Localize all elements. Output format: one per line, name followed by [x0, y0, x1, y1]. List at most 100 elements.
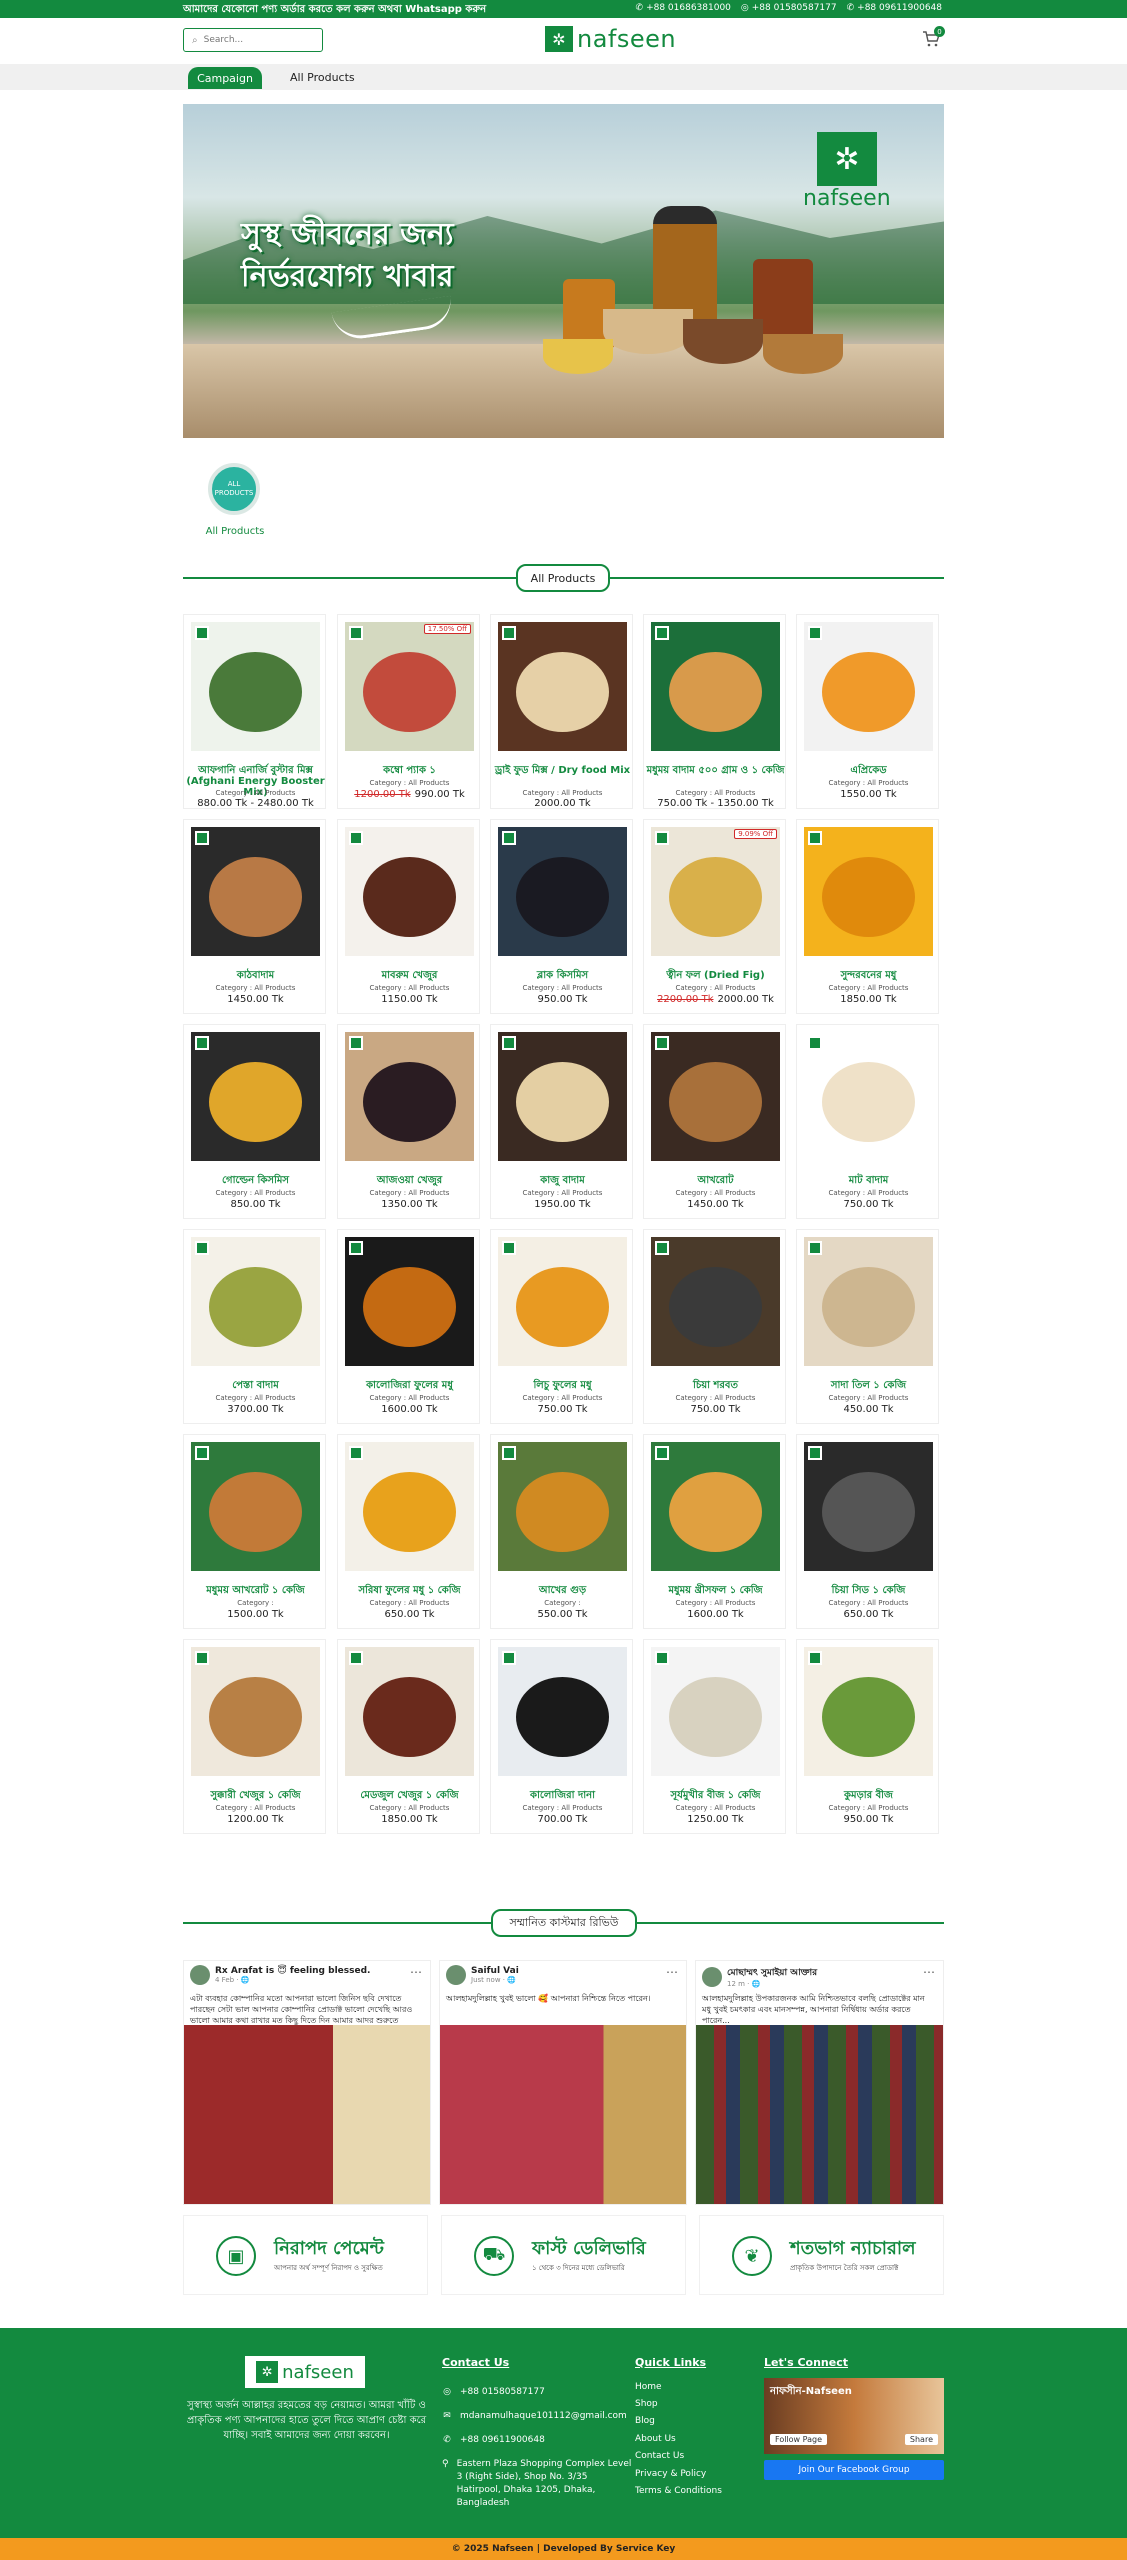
- product-title[interactable]: এপ্রিকেড: [799, 765, 938, 776]
- product-title[interactable]: আখের গুড়: [493, 1585, 632, 1596]
- product-image[interactable]: [804, 1647, 933, 1776]
- product-title[interactable]: ত্বীন ফল (Dried Fig): [646, 970, 785, 981]
- search-box[interactable]: ⌕: [183, 28, 323, 52]
- product-card[interactable]: সরিষা ফুলের মধু ১ কেজি Category : All Pro…: [337, 1434, 480, 1629]
- product-title[interactable]: লিচু ফুলের মধু: [493, 1380, 632, 1391]
- search-input[interactable]: [203, 35, 314, 45]
- product-card[interactable]: কুমড়ার বীজ Category : All Products 950.00…: [796, 1639, 939, 1834]
- product-card[interactable]: লিচু ফুলের মধু Category : All Products 750…: [490, 1229, 633, 1424]
- product-card[interactable]: সুন্দরবনের মধু Category : All Products 185…: [796, 819, 939, 1014]
- join-facebook-group-button[interactable]: Join Our Facebook Group: [764, 2460, 944, 2480]
- product-title[interactable]: কুমড়ার বীজ: [799, 1790, 938, 1801]
- more-options-icon[interactable]: ⋯: [923, 1965, 935, 1979]
- product-image[interactable]: [191, 827, 320, 956]
- product-image[interactable]: [804, 827, 933, 956]
- footer-link-about[interactable]: About Us: [635, 2434, 676, 2444]
- category-all-products[interactable]: ALL PRODUCTS: [208, 463, 260, 515]
- footer-link-terms[interactable]: Terms & Conditions: [635, 2486, 722, 2496]
- product-card[interactable]: আখের গুড় Category : 550.00 Tk: [490, 1434, 633, 1629]
- footer-link-contact[interactable]: Contact Us: [635, 2451, 684, 2461]
- product-image[interactable]: [498, 622, 627, 751]
- product-card[interactable]: মধুময় খ্রীসফল ১ কেজি Category : All Prod…: [643, 1434, 786, 1629]
- product-image[interactable]: [345, 622, 474, 751]
- product-title[interactable]: মধুময় বাদাম ৫০০ গ্রাম ও ১ কেজি: [646, 765, 785, 776]
- product-image[interactable]: [345, 1647, 474, 1776]
- product-title[interactable]: আখরোট: [646, 1175, 785, 1186]
- facebook-page-widget[interactable]: নাফসীন-Nafseen Follow Page Share: [764, 2378, 944, 2454]
- tab-campaign[interactable]: Campaign: [188, 67, 262, 89]
- site-logo[interactable]: ✲ nafseen: [545, 25, 676, 53]
- product-title[interactable]: সুন্দরবনের মধু: [799, 970, 938, 981]
- product-card[interactable]: মেডজুল খেজুর ১ কেজি Category : All Produc…: [337, 1639, 480, 1834]
- product-card[interactable]: মধুময় আখরোট ১ কেজি Category : 1500.00 Tk: [183, 1434, 326, 1629]
- footer-email[interactable]: ✉ mdanamulhaque101112@gmail.com: [442, 2410, 632, 2423]
- product-image[interactable]: [345, 1237, 474, 1366]
- tab-all-products[interactable]: All Products: [290, 71, 355, 84]
- product-image[interactable]: [498, 1032, 627, 1161]
- product-title[interactable]: সুক্কারী খেজুর ১ কেজি: [186, 1790, 325, 1801]
- product-title[interactable]: মাট বাদাম: [799, 1175, 938, 1186]
- footer-link-blog[interactable]: Blog: [635, 2416, 655, 2426]
- footer-logo[interactable]: ✲ nafseen: [245, 2356, 365, 2388]
- product-title[interactable]: কালোজিরা দানা: [493, 1790, 632, 1801]
- product-image[interactable]: [804, 1237, 933, 1366]
- product-title[interactable]: সরিষা ফুলের মধু ১ কেজি: [340, 1585, 479, 1596]
- top-phone1[interactable]: ✆ +88 01686381000: [636, 3, 731, 13]
- product-title[interactable]: গোল্ডেন কিসমিস: [186, 1175, 325, 1186]
- review-card[interactable]: Saiful Vai Just now · 🌐 ⋯ আলহামদুলিল্লাহ …: [439, 1960, 687, 2205]
- product-image[interactable]: [345, 827, 474, 956]
- fb-follow-button[interactable]: Follow Page: [770, 2434, 828, 2445]
- product-image[interactable]: [498, 1442, 627, 1571]
- review-card[interactable]: মোছাম্মৎ সুমাইয়া আক্তার 12 m · 🌐 ⋯ আলহাম…: [695, 1960, 944, 2205]
- product-card[interactable]: কাঠবাদাম Category : All Products 1450.00 T…: [183, 819, 326, 1014]
- category-label[interactable]: All Products: [205, 526, 265, 537]
- product-card[interactable]: কাজু বাদাম Category : All Products 1950.00…: [490, 1024, 633, 1219]
- product-image[interactable]: [498, 827, 627, 956]
- product-card[interactable]: আফগানি এনার্জি বুস্টার মিক্স (Afghani En…: [183, 614, 326, 809]
- product-title[interactable]: কাঠবাদাম: [186, 970, 325, 981]
- footer-link-shop[interactable]: Shop: [635, 2399, 658, 2409]
- product-image[interactable]: [191, 1442, 320, 1571]
- product-image[interactable]: [651, 1647, 780, 1776]
- product-image[interactable]: [191, 622, 320, 751]
- hero-banner[interactable]: সুস্থ জীবনের জন্য নির্ভরযোগ্য খাবার ✲ na…: [183, 104, 944, 438]
- product-title[interactable]: ব্লাক কিসমিস: [493, 970, 632, 981]
- product-card[interactable]: সূর্যমুখীর বীজ ১ কেজি Category : All Prod…: [643, 1639, 786, 1834]
- product-image[interactable]: [191, 1032, 320, 1161]
- more-options-icon[interactable]: ⋯: [666, 1965, 678, 1979]
- product-card[interactable]: গোল্ডেন কিসমিস Category : All Products 850…: [183, 1024, 326, 1219]
- footer-whatsapp[interactable]: ◎ +88 01580587177: [442, 2386, 632, 2399]
- product-title[interactable]: মাবরুম খেজুর: [340, 970, 479, 981]
- product-title[interactable]: সাদা তিল ১ কেজি: [799, 1380, 938, 1391]
- product-title[interactable]: মধুময় আখরোট ১ কেজি: [186, 1585, 325, 1596]
- product-image[interactable]: [804, 1442, 933, 1571]
- product-title[interactable]: চিয়া সিড ১ কেজি: [799, 1585, 938, 1596]
- product-title[interactable]: কাজু বাদাম: [493, 1175, 632, 1186]
- product-title[interactable]: ড্রাই ফুড মিক্স / Dry food Mix: [493, 765, 632, 776]
- product-image[interactable]: [804, 622, 933, 751]
- product-title[interactable]: চিয়া শরবত: [646, 1380, 785, 1391]
- product-image[interactable]: [498, 1647, 627, 1776]
- product-card[interactable]: চিয়া শরবত Category : All Products 750.00 …: [643, 1229, 786, 1424]
- product-card[interactable]: আজওয়া খেজুর Category : All Products 1350.…: [337, 1024, 480, 1219]
- product-image[interactable]: [651, 622, 780, 751]
- product-card[interactable]: কালোজিরা দানা Category : All Products 700.…: [490, 1639, 633, 1834]
- product-card[interactable]: চিয়া সিড ১ কেজি Category : All Products 6…: [796, 1434, 939, 1629]
- product-image[interactable]: [191, 1647, 320, 1776]
- product-card[interactable]: 9.09% Off ত্বীন ফল (Dried Fig) Category : …: [643, 819, 786, 1014]
- review-card[interactable]: Rx Arafat is 😇 feeling blessed. 4 Feb · 🌐…: [183, 1960, 431, 2205]
- more-options-icon[interactable]: ⋯: [410, 1965, 422, 1979]
- footer-phone[interactable]: ✆ +88 09611900648: [442, 2434, 632, 2447]
- product-title[interactable]: কম্বো প্যাক ১: [340, 765, 479, 776]
- product-card[interactable]: এপ্রিকেড Category : All Products 1550.00 T…: [796, 614, 939, 809]
- product-card[interactable]: পেস্তা বাদাম Category : All Products 3700.…: [183, 1229, 326, 1424]
- product-title[interactable]: কালোজিরা ফুলের মধু: [340, 1380, 479, 1391]
- footer-link-home[interactable]: Home: [635, 2382, 662, 2392]
- product-image[interactable]: [498, 1237, 627, 1366]
- product-title[interactable]: মধুময় খ্রীসফল ১ কেজি: [646, 1585, 785, 1596]
- product-image[interactable]: [651, 1032, 780, 1161]
- product-title[interactable]: সূর্যমুখীর বীজ ১ কেজি: [646, 1790, 785, 1801]
- product-title[interactable]: আজওয়া খেজুর: [340, 1175, 479, 1186]
- product-card[interactable]: কালোজিরা ফুলের মধু Category : All Product…: [337, 1229, 480, 1424]
- product-card[interactable]: মাট বাদাম Category : All Products 750.00 T…: [796, 1024, 939, 1219]
